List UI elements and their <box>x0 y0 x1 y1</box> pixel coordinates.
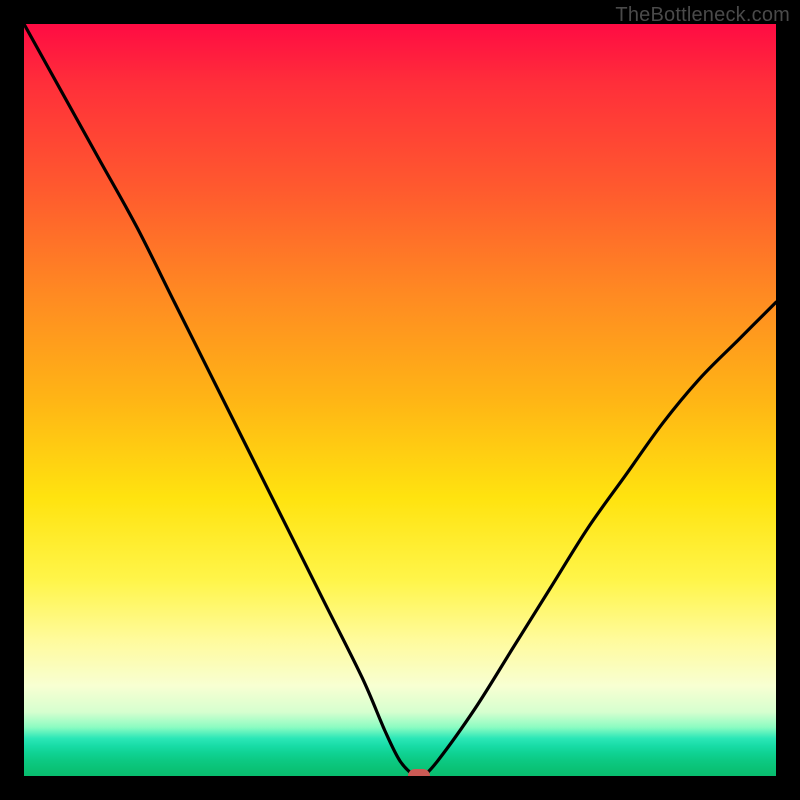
chart-frame: TheBottleneck.com <box>0 0 800 800</box>
plot-area <box>24 24 776 776</box>
bottleneck-curve-path <box>24 24 776 776</box>
optimal-point-marker <box>408 769 430 776</box>
watermark-label: TheBottleneck.com <box>615 4 790 27</box>
curve-svg <box>24 24 776 776</box>
